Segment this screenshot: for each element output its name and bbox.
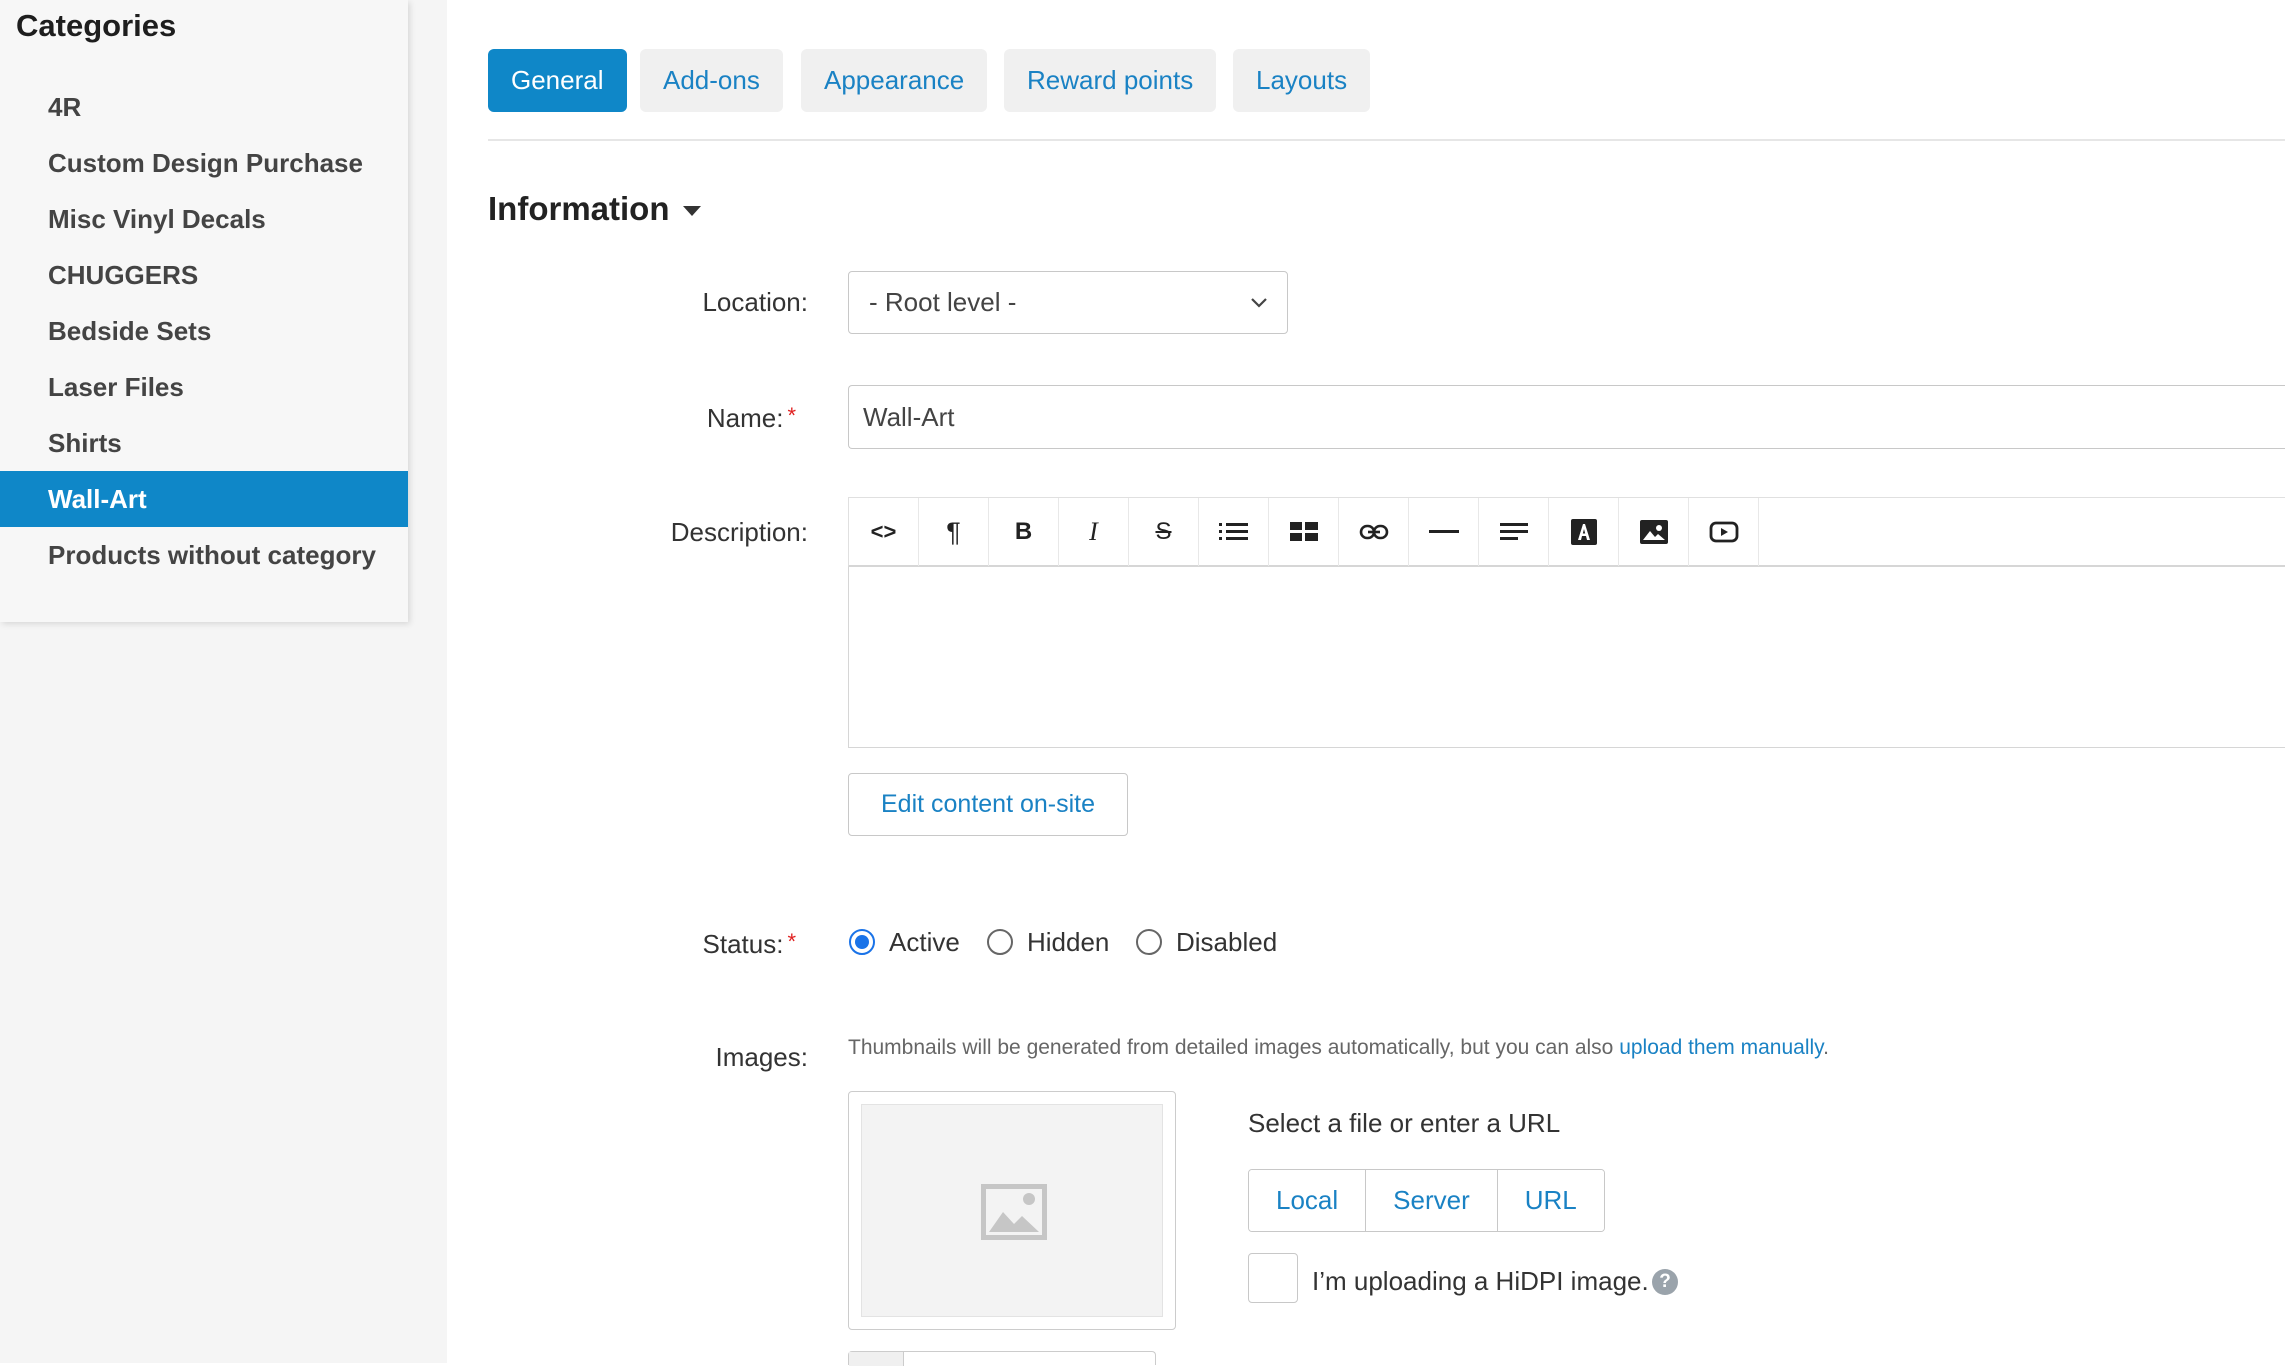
required-mark: *: [787, 403, 796, 428]
status-label-wrap: Status: *: [476, 929, 797, 960]
categories-title: Categories: [16, 8, 177, 43]
status-disabled-label[interactable]: Disabled: [1176, 927, 1277, 958]
images-hint: Thumbnails will be generated from detail…: [848, 1036, 1829, 1060]
hidpi-checkbox[interactable]: [1248, 1253, 1298, 1303]
edit-content-on-site-button[interactable]: Edit content on-site: [848, 773, 1128, 836]
status-disabled-radio[interactable]: [1136, 929, 1162, 955]
link-icon[interactable]: [1339, 498, 1409, 566]
font-color-icon-shape: [1570, 519, 1597, 545]
required-mark: *: [787, 929, 796, 954]
next-field-segment: [849, 1352, 904, 1366]
table-icon[interactable]: [1269, 498, 1339, 566]
category-item-shirts[interactable]: Shirts: [0, 415, 408, 471]
status-active-label[interactable]: Active: [889, 927, 960, 958]
category-item-laser-files[interactable]: Laser Files: [0, 359, 408, 415]
italic-glyph: I: [1089, 517, 1098, 546]
images-label: Images:: [715, 1042, 809, 1072]
caret-down-icon[interactable]: [683, 206, 701, 216]
section-title-information[interactable]: Information: [488, 190, 669, 228]
tab-add-ons[interactable]: Add-ons: [640, 49, 783, 112]
category-item-misc-vinyl-decals[interactable]: Misc Vinyl Decals: [0, 191, 408, 247]
name-input[interactable]: Wall-Art: [848, 385, 2285, 449]
paragraph-glyph: ¶: [946, 516, 961, 547]
tab-appearance[interactable]: Appearance: [801, 49, 988, 112]
images-hint-text: Thumbnails will be generated from detail…: [848, 1036, 1620, 1059]
help-icon[interactable]: ?: [1652, 1269, 1678, 1295]
location-value: - Root level -: [869, 287, 1017, 317]
category-item-bedside-sets[interactable]: Bedside Sets: [0, 303, 408, 359]
tab-general[interactable]: General: [488, 49, 627, 112]
upload-manually-link[interactable]: upload them manually: [1619, 1036, 1823, 1059]
status-hidden-radio[interactable]: [987, 929, 1013, 955]
chevron-down-icon: [1251, 298, 1267, 308]
paragraph-icon[interactable]: ¶: [919, 498, 989, 566]
description-label: Description:: [670, 517, 808, 547]
strikethrough-icon[interactable]: S: [1129, 498, 1199, 566]
align-icon[interactable]: [1479, 498, 1549, 566]
hidpi-label[interactable]: I’m uploading a HiDPI image.: [1312, 1266, 1649, 1297]
category-item-products-without-category[interactable]: Products without category: [0, 527, 408, 583]
source-url-button[interactable]: URL: [1497, 1170, 1604, 1231]
strike-glyph: S: [1155, 518, 1172, 545]
bold-glyph: B: [1014, 518, 1033, 545]
name-label-wrap: Name: *: [476, 403, 796, 434]
video-icon[interactable]: [1689, 498, 1759, 566]
category-item-wall-art[interactable]: Wall-Art: [0, 471, 408, 527]
align-icon-shape: [1499, 523, 1528, 540]
bold-icon[interactable]: B: [989, 498, 1059, 566]
tabs-divider: [488, 139, 2285, 141]
link-icon-shape: [1359, 524, 1388, 540]
location-label: Location:: [702, 287, 808, 317]
thumbnail-placeholder: [861, 1104, 1163, 1317]
source-local-button[interactable]: Local: [1249, 1170, 1367, 1231]
video-icon-shape: [1709, 521, 1738, 543]
location-select[interactable]: - Root level -: [848, 271, 1288, 334]
select-file-label: Select a file or enter a URL: [1248, 1108, 1561, 1138]
image-placeholder-icon: [981, 1184, 1047, 1240]
images-hint-end: .: [1823, 1036, 1829, 1059]
editor-toolbar: <> ¶ B I S: [848, 497, 2285, 567]
list-icon[interactable]: [1199, 498, 1269, 566]
name-label: Name:: [706, 403, 784, 433]
status-hidden-label[interactable]: Hidden: [1027, 927, 1109, 958]
image-icon-shape: [1639, 520, 1668, 544]
image-icon[interactable]: [1619, 498, 1689, 566]
category-item-4r[interactable]: 4R: [0, 79, 408, 135]
source-server-button[interactable]: Server: [1366, 1170, 1498, 1231]
list-icon-shape: [1218, 523, 1248, 540]
tab-layouts[interactable]: Layouts: [1233, 49, 1371, 112]
table-icon-shape: [1289, 522, 1318, 541]
category-item-custom-design-purchase[interactable]: Custom Design Purchase: [0, 135, 408, 191]
description-editor[interactable]: [848, 567, 2285, 748]
code-glyph: <>: [870, 519, 897, 544]
status-active-radio[interactable]: [849, 929, 875, 955]
status-label: Status:: [702, 929, 784, 959]
image-thumbnail[interactable]: [848, 1091, 1176, 1330]
category-item-chuggers[interactable]: CHUGGERS: [0, 247, 408, 303]
tab-reward-points[interactable]: Reward points: [1004, 49, 1217, 112]
hr-icon-shape: [1428, 530, 1459, 533]
file-source-buttons: Local Server URL: [1248, 1169, 1605, 1232]
code-view-icon[interactable]: <>: [849, 498, 919, 566]
italic-icon[interactable]: I: [1059, 498, 1129, 566]
font-color-icon[interactable]: [1549, 498, 1619, 566]
horizontal-rule-icon[interactable]: [1409, 498, 1479, 566]
categories-panel: Categories 4R Custom Design Purchase Mis…: [0, 0, 408, 622]
